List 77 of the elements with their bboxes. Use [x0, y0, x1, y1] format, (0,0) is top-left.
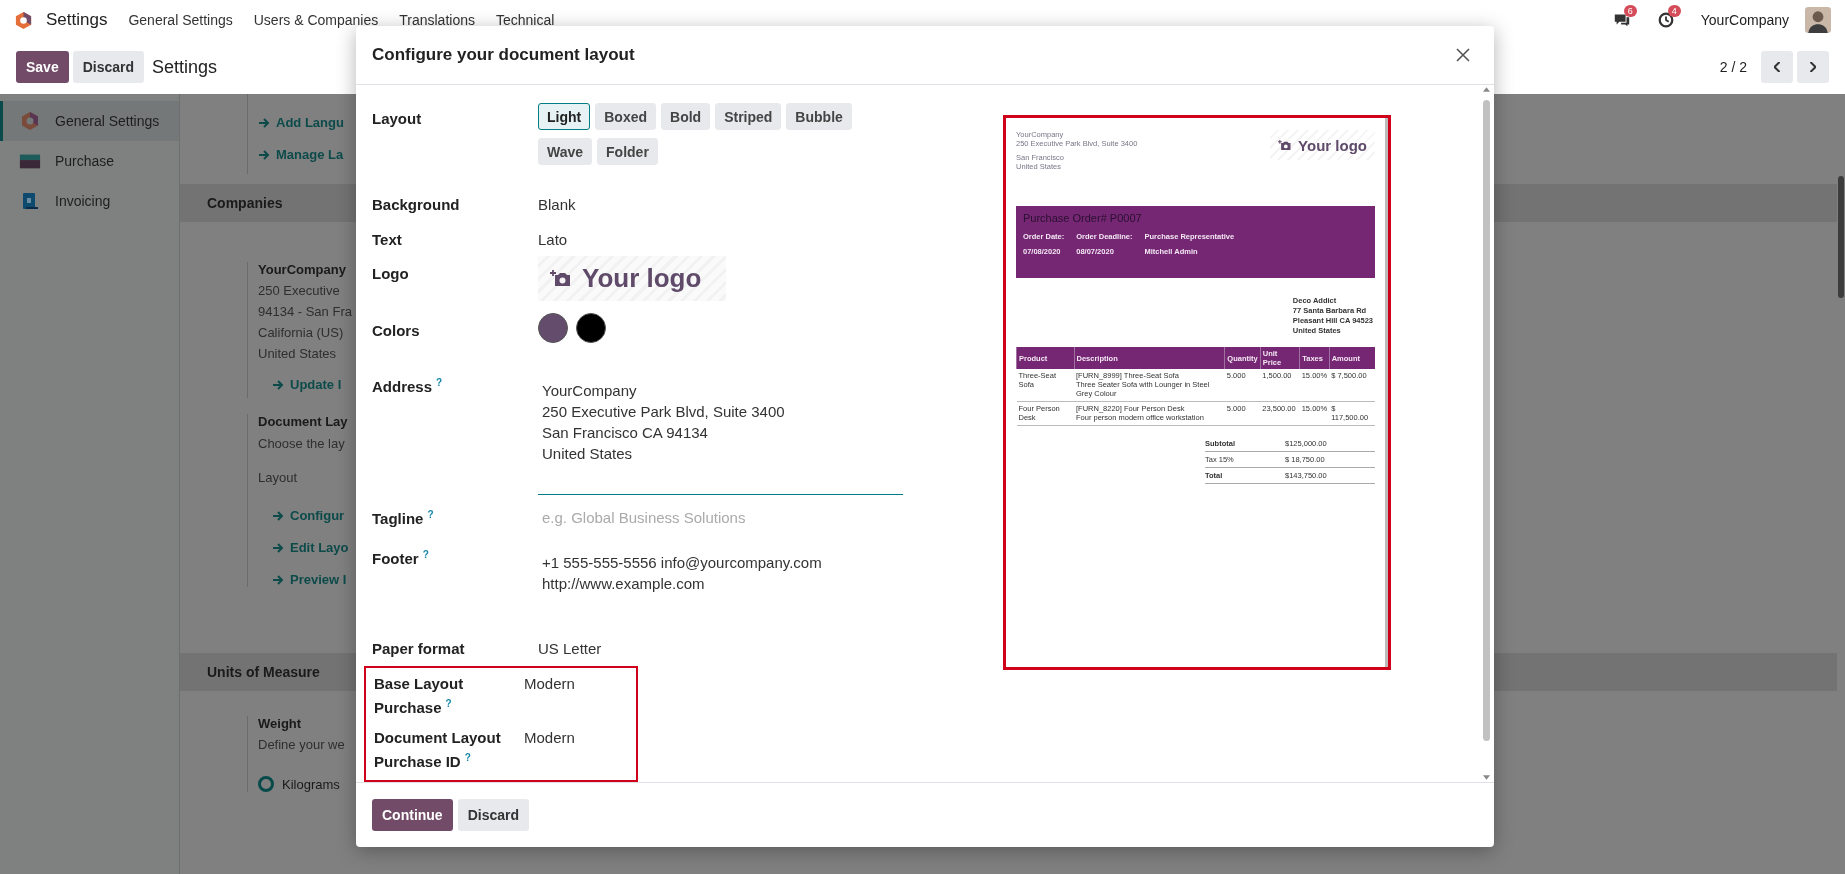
address-line: California (US) — [258, 325, 345, 340]
address-line: United States — [258, 346, 338, 361]
arrow-icon — [258, 117, 270, 128]
radio-option[interactable]: Kilograms — [258, 776, 352, 792]
field-value[interactable]: Lato — [538, 227, 568, 248]
arrow-icon — [272, 574, 284, 585]
field-label: Logo — [372, 264, 409, 285]
notification-badge: 6 — [1623, 5, 1637, 17]
menu-item[interactable]: Technical — [496, 12, 555, 28]
save-button[interactable]: Save — [16, 51, 69, 83]
previous-button[interactable] — [1761, 51, 1793, 83]
field-label: Tagline — [372, 509, 424, 529]
help-mark[interactable]: ? — [422, 549, 429, 561]
field-label: Footer — [372, 549, 419, 570]
layout-option[interactable]: Striped — [715, 103, 782, 130]
arrow-icon — [272, 542, 284, 553]
color-swatch[interactable] — [538, 313, 568, 344]
layout-option[interactable]: Wave — [538, 138, 593, 165]
scroll-down-icon[interactable] — [1482, 775, 1490, 780]
notification-badge: 4 — [1667, 5, 1681, 17]
text-area[interactable]: YourCompany 250 Executive Park Blvd, Suite 3400 San Francisco CA 94134 United States — [538, 375, 903, 495]
close-icon[interactable] — [1456, 48, 1470, 62]
app-logo-icon[interactable] — [14, 10, 33, 30]
dialog-title: Configure your document layout — [372, 45, 635, 65]
help-mark[interactable]: ? — [436, 377, 443, 388]
scrollbar-thumb[interactable] — [1482, 100, 1490, 741]
chevron-right-icon — [1810, 62, 1816, 72]
field-value[interactable]: Modern — [524, 672, 575, 692]
discard-button[interactable]: Discard — [457, 799, 529, 831]
field-label: Background — [372, 195, 460, 215]
field-value[interactable]: Blank — [538, 193, 576, 213]
setting-title: YourCompany — [258, 262, 347, 277]
setting-title: Document Lay — [258, 414, 349, 429]
continue-button[interactable]: Continue — [372, 799, 453, 831]
arrow-icon — [272, 510, 284, 521]
help-mark[interactable]: ? — [427, 509, 434, 520]
chevron-left-icon — [1774, 62, 1780, 72]
address-line: 250 Executive — [258, 283, 341, 298]
field-label: Colors — [372, 321, 420, 342]
setting-description: Choose the lay — [258, 436, 346, 451]
layout-option[interactable]: Boxed — [595, 103, 656, 130]
arrow-icon — [258, 149, 270, 160]
sidebar-item[interactable]: Invoicing — [0, 181, 179, 221]
sidebar-item[interactable]: Purchase — [0, 141, 179, 181]
setting-description: Define your we — [258, 737, 346, 752]
breadcrumb: Settings — [152, 56, 218, 78]
color-swatch[interactable] — [576, 313, 606, 344]
next-button[interactable] — [1797, 51, 1829, 83]
app-title[interactable]: Settings — [46, 10, 108, 30]
address-line: 94134 - San Fra — [258, 304, 352, 319]
setting-title: Weight — [258, 716, 303, 731]
scrollbar-thumb[interactable] — [1838, 176, 1844, 298]
menu-item[interactable]: General Settings — [128, 12, 233, 28]
field-label: Layout — [258, 470, 299, 485]
scroll-up-icon[interactable] — [1482, 87, 1490, 92]
field-label: Layout — [372, 109, 422, 129]
field-label: Document Layout Purchase ID $^{?}$ — [374, 728, 502, 772]
logo-image: Your logo — [1270, 130, 1375, 160]
field-label: Address — [372, 377, 433, 397]
menu-item[interactable]: Translations — [399, 12, 475, 28]
pager-value: 2 / 2 — [1719, 59, 1747, 75]
hexagon-icon — [19, 111, 41, 131]
avatar[interactable] — [1805, 7, 1831, 33]
sidebar-item[interactable]: General Settings — [0, 101, 179, 141]
layout-option[interactable]: Light — [538, 103, 591, 130]
layout-option[interactable]: Bubble — [786, 103, 852, 130]
layout-option[interactable]: Bold — [661, 103, 711, 130]
field-label: Text — [372, 229, 402, 250]
arrow-icon — [272, 379, 284, 390]
discard-button[interactable]: Discard — [72, 51, 145, 83]
text-area[interactable]: +1 555-555-5556 info@yourcompany.com http://www.example.com — [538, 547, 903, 626]
document-title: Purchase Order# P0007 — [1023, 212, 1143, 224]
field-value[interactable]: Modern — [524, 726, 575, 746]
company-switcher[interactable]: YourCompany — [1700, 12, 1789, 28]
logo-image[interactable]: Your logo — [538, 256, 726, 302]
menu-item[interactable]: Users & Companies — [253, 12, 379, 28]
layout-option[interactable]: Folder — [597, 138, 658, 165]
